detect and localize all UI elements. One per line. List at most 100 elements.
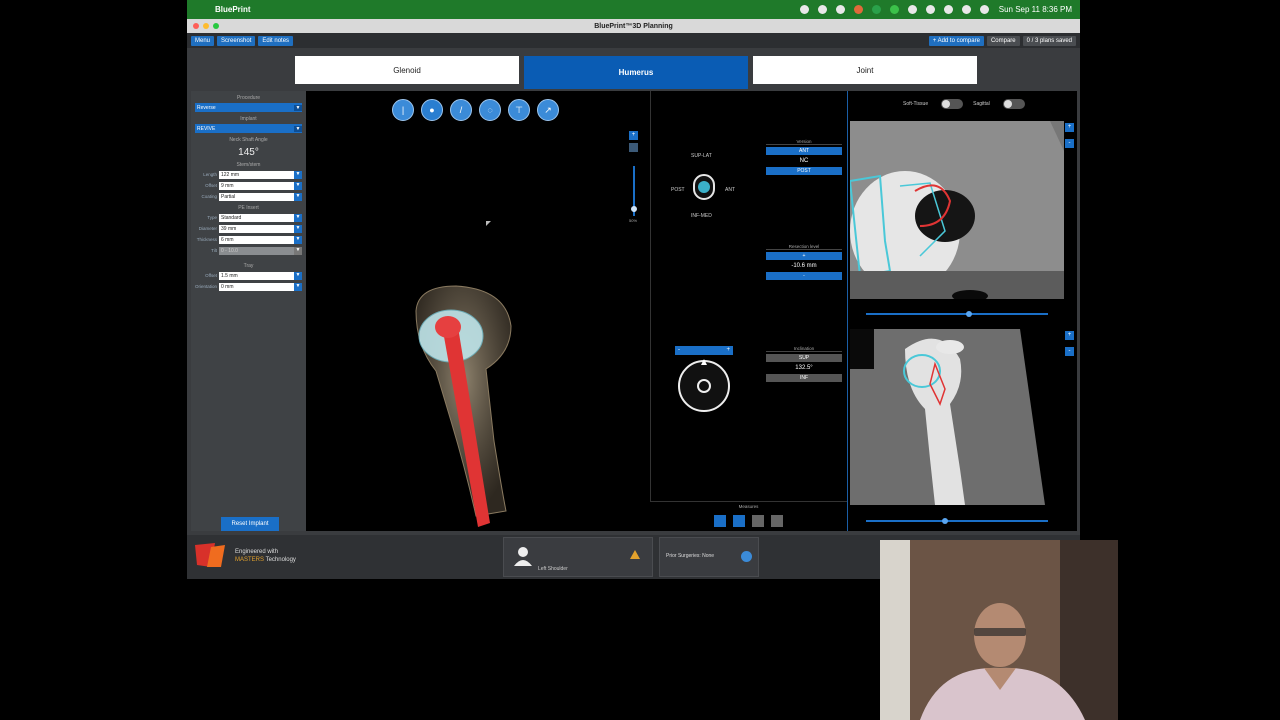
edit-notes-button[interactable]: Edit notes [258,35,294,46]
3d-viewport[interactable]: | ● / ◌ ⊤ ↗ + 50% [306,91,650,531]
resection-down-button[interactable]: - [766,272,842,280]
offset-value[interactable]: 9 mm [219,181,294,190]
implant-view-icon[interactable]: ↗ [537,99,559,121]
thickness-value[interactable]: 6 mm [219,235,294,244]
implant-select[interactable]: REVIVE [195,124,302,133]
control-center-icon[interactable] [979,5,989,14]
chevron-down-icon[interactable]: ▼ [294,192,302,201]
rotation-dial[interactable] [675,357,733,415]
sagittal-toggle[interactable] [1002,99,1025,109]
search-icon[interactable] [961,5,971,14]
tray-offset-field[interactable]: Offset 1.5 mm ▼ [195,271,302,280]
chevron-down-icon[interactable]: ▼ [294,213,302,222]
app-name[interactable]: BluePrint [215,5,251,14]
screenshot-button[interactable]: Screenshot [217,35,256,46]
plus-icon[interactable]: + [1065,331,1074,340]
axial-slice-slider[interactable] [866,311,1048,317]
length-value[interactable]: 122 mm [219,170,294,179]
compare-button[interactable]: Compare [986,35,1020,46]
offset-field[interactable]: Offset 9 mm ▼ [195,181,302,190]
slider-track[interactable] [631,166,637,216]
screen-icon[interactable] [835,5,845,14]
ct-axial-view[interactable] [850,121,1064,299]
type-label: Type [207,215,217,220]
battery-icon[interactable] [907,5,917,14]
ruler-icon[interactable] [714,515,726,527]
plus-icon[interactable]: + [726,346,730,355]
tray-orientation-field[interactable]: Orientation 0 mm ▼ [195,282,302,291]
ct-coronal-view[interactable] [850,329,1064,505]
coating-field[interactable]: Coating Partial ▼ [195,192,302,201]
procedure-select[interactable]: Reverse [195,103,302,112]
angle-icon[interactable] [733,515,745,527]
lateral-view-icon[interactable]: / [450,99,472,121]
settings-icon[interactable] [817,5,827,14]
chevron-down-icon[interactable]: ▼ [294,181,302,190]
plus-icon[interactable]: + [629,131,638,140]
chevron-down-icon[interactable]: ▼ [294,170,302,179]
diameter-value[interactable]: 39 mm [219,224,294,233]
timer-icon[interactable] [871,5,881,14]
check-icon[interactable] [889,5,899,14]
ct-coronal-image [850,329,1045,505]
chevron-down-icon[interactable]: ▼ [294,271,302,280]
chevron-down-icon[interactable]: ▼ [294,282,302,291]
humerus-view-icon[interactable]: ⊤ [508,99,530,121]
version-ant-button[interactable]: ANT [766,147,842,155]
diameter-label: Diameter [198,226,217,231]
location-icon[interactable] [799,5,809,14]
resection-up-button[interactable]: + [766,252,842,260]
tab-humerus[interactable]: Humerus [524,56,748,89]
plus-icon[interactable]: + [1065,123,1074,132]
add-to-compare-button[interactable]: + Add to compare [928,35,984,46]
minus-icon[interactable] [629,143,638,152]
posterior-view-icon[interactable]: ◌ [479,99,501,121]
ct-axial-image [850,121,1064,299]
inclination-inf-button[interactable]: INF [766,374,842,382]
menu-clock[interactable]: Sun Sep 11 8:36 PM [999,5,1072,14]
menu-bar: BluePrint Sun Sep 11 8:36 PM [187,0,1080,19]
chevron-down-icon[interactable]: ▼ [294,224,302,233]
coronal-slider-thumb[interactable] [942,518,948,524]
humeral-head-orientation-icon[interactable] [693,174,715,200]
clock-icon[interactable] [943,5,953,14]
chevron-down-icon[interactable]: ▼ [294,235,302,244]
measures-heading: Measures [738,504,759,509]
minus-icon[interactable]: - [678,346,680,355]
slider-thumb[interactable] [631,206,637,212]
trash-icon[interactable] [771,515,783,527]
tab-joint[interactable]: Joint [753,56,977,84]
axial-slider-thumb[interactable] [966,311,972,317]
diameter-field[interactable]: Diameter 39 mm ▼ [195,224,302,233]
soft-tissue-toggle[interactable] [941,99,964,109]
version-post-button[interactable]: POST [766,167,842,175]
edit-icon[interactable] [741,551,752,562]
prior-surgeries-box[interactable]: Prior Surgeries: None [659,537,759,577]
menu-button[interactable]: Menu [191,35,215,46]
tab-glenoid[interactable]: Glenoid [295,56,519,84]
rotation-stepper[interactable]: - + [675,346,733,355]
inclination-sup-button[interactable]: SUP [766,354,842,362]
opacity-slider[interactable]: + 50% [629,131,638,223]
patient-info[interactable]: Left Shoulder [503,537,653,577]
offset-label: Offset [205,183,217,188]
warning-icon[interactable] [630,550,640,559]
minus-icon[interactable]: - [1065,347,1074,356]
type-field[interactable]: Type Standard ▼ [195,213,302,222]
tray-orientation-value[interactable]: 0 mm [219,282,294,291]
wifi-icon[interactable] [925,5,935,14]
undo-icon[interactable] [752,515,764,527]
type-value[interactable]: Standard [219,213,294,222]
tray-offset-value[interactable]: 1.5 mm [219,271,294,280]
anterior-view-icon[interactable]: | [392,99,414,121]
minus-icon[interactable]: - [1065,139,1074,148]
thickness-field[interactable]: Thickness 6 mm ▼ [195,235,302,244]
length-field[interactable]: Length 122 mm ▼ [195,170,302,179]
reset-implant-button[interactable]: Reset Implant [221,517,279,531]
engineered-with-text: Engineered with MASTERS Technology [235,548,296,564]
record-icon[interactable] [853,5,863,14]
superior-view-icon[interactable]: ● [421,99,443,121]
status-icons [799,5,989,14]
coating-value[interactable]: Partial [219,192,294,201]
coronal-slice-slider[interactable] [866,518,1048,524]
